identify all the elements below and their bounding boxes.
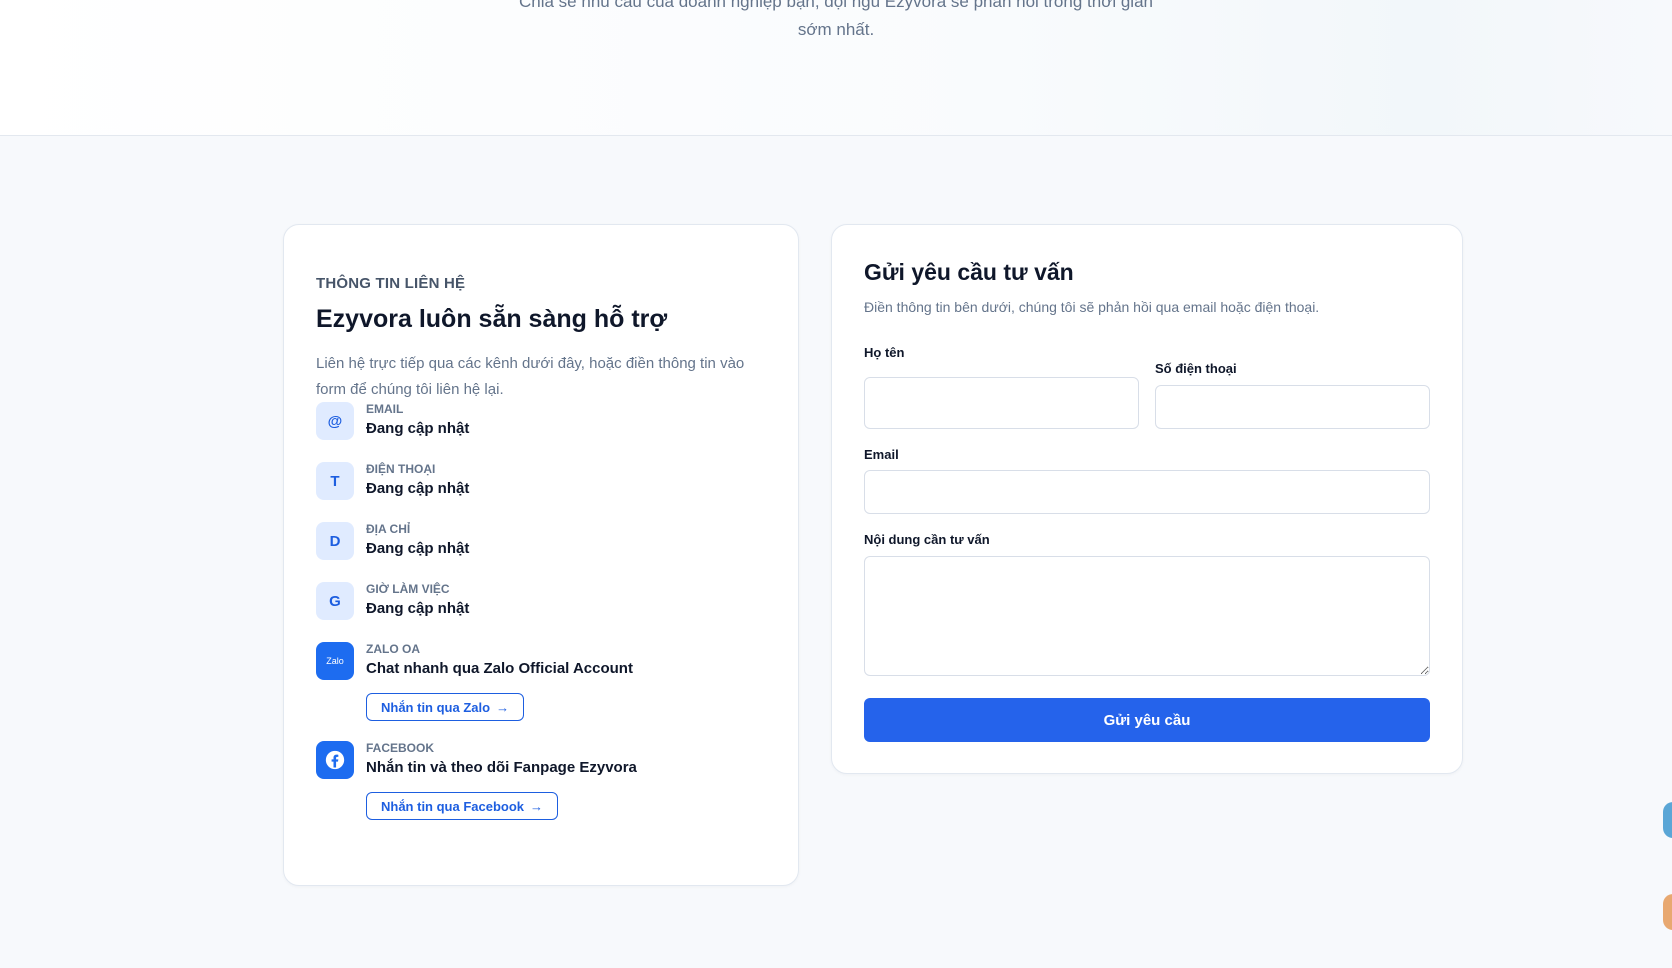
facebook-icon: [316, 741, 354, 779]
contact-item-address: D ĐỊA CHỈ Đang cập nhật: [316, 522, 776, 572]
contact-eyebrow: THÔNG TIN LIÊN HỆ: [316, 275, 466, 292]
contact-item-label: GIỜ LÀM VIỆC: [366, 582, 450, 596]
contact-item-label: FACEBOOK: [366, 741, 435, 755]
name-label: Họ tên: [864, 345, 905, 360]
form-title: Gửi yêu cầu tư vấn: [864, 259, 1074, 285]
contact-item-value: Đang cập nhật: [366, 480, 470, 497]
contact-item-value: Nhắn tin và theo dõi Fanpage Ezyvora: [366, 759, 637, 776]
contact-item-phone: T ĐIỆN THOẠI Đang cập nhật: [316, 462, 776, 512]
hero-subtitle-line1: Chia sẻ nhu cầu của doanh nghiệp bạn, độ…: [519, 0, 1153, 11]
contact-item-value: Đang cập nhật: [366, 600, 470, 617]
phone-label: Số điện thoại: [1155, 361, 1237, 376]
address-icon: D: [316, 522, 354, 560]
phone-icon: T: [316, 462, 354, 500]
floating-contact-widget[interactable]: [1663, 894, 1672, 930]
contact-item-zalo: Zalo ZALO OA Chat nhanh qua Zalo Officia…: [316, 642, 776, 724]
message-label: Nội dung cần tư vấn: [864, 532, 990, 547]
contact-info-card: THÔNG TIN LIÊN HỆ Ezyvora luôn sẵn sàng …: [283, 224, 799, 886]
hero-section: Chia sẻ nhu cầu của doanh nghiệp bạn, độ…: [0, 0, 1672, 136]
zalo-icon: Zalo: [316, 642, 354, 680]
email-icon: @: [316, 402, 354, 440]
zalo-message-button[interactable]: Nhắn tin qua Zalo →: [366, 693, 525, 721]
contact-description: Liên hệ trực tiếp qua các kênh dưới đây,…: [316, 355, 745, 398]
facebook-message-button-label: Nhắn tin qua Facebook: [381, 798, 525, 814]
contact-item-email: @ EMAIL Đang cập nhật: [316, 402, 776, 452]
contact-item-label: EMAIL: [366, 402, 404, 416]
contact-item-value: Chat nhanh qua Zalo Official Account: [366, 660, 633, 677]
zalo-message-button-label: Nhắn tin qua Zalo: [381, 699, 491, 715]
arrow-right-icon: →: [530, 798, 544, 814]
facebook-message-button[interactable]: Nhắn tin qua Facebook →: [366, 792, 559, 820]
hero-subtitle-line2: sớm nhất.: [797, 20, 875, 39]
phone-input[interactable]: [1155, 385, 1430, 429]
arrow-right-icon: →: [496, 699, 510, 715]
submit-button[interactable]: Gửi yêu cầu: [864, 698, 1430, 742]
floating-chat-widget[interactable]: [1663, 802, 1672, 838]
consultation-form-card: Gửi yêu cầu tư vấn Điền thông tin bên dư…: [831, 224, 1463, 774]
contact-item-facebook: FACEBOOK Nhắn tin và theo dõi Fanpage Ez…: [316, 741, 776, 823]
clock-icon: G: [316, 582, 354, 620]
contact-item-label: ZALO OA: [366, 642, 420, 656]
name-input[interactable]: [864, 377, 1139, 429]
contact-item-hours: G GIỜ LÀM VIỆC Đang cập nhật: [316, 582, 776, 632]
message-textarea[interactable]: [864, 556, 1430, 676]
contact-item-label: ĐỊA CHỈ: [366, 522, 411, 536]
form-description: Điền thông tin bên dưới, chúng tôi sẽ ph…: [864, 299, 1320, 315]
contact-title: Ezyvora luôn sẵn sàng hỗ trợ: [316, 305, 668, 333]
email-label: Email: [864, 447, 899, 462]
email-input[interactable]: [864, 470, 1430, 514]
contact-item-value: Đang cập nhật: [366, 540, 470, 557]
contact-item-label: ĐIỆN THOẠI: [366, 462, 436, 476]
contact-item-value: Đang cập nhật: [366, 420, 470, 437]
